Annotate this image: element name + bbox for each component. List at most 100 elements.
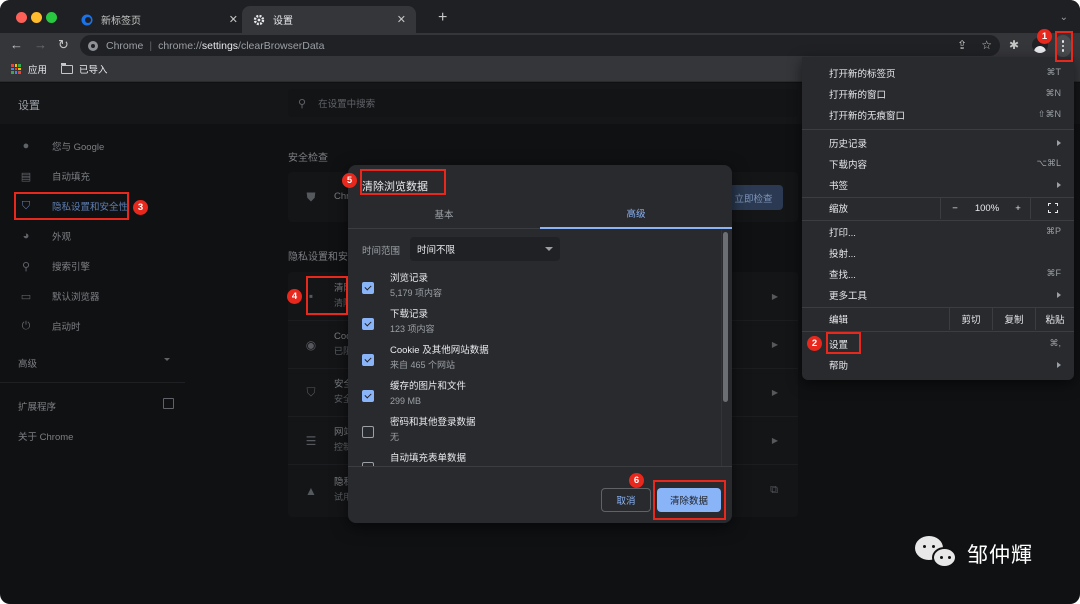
sidebar-advanced-toggle[interactable]: 高级: [18, 356, 37, 370]
dialog-scrollbar[interactable]: [723, 232, 728, 402]
time-range-label: 时间范围: [362, 246, 401, 257]
sidebar-item-appearance[interactable]: ◕ 外观: [0, 221, 185, 251]
sidebar-item-you-and-google[interactable]: ● 您与 Google: [0, 131, 185, 161]
dropdown-caret-icon: [545, 247, 553, 251]
external-link-icon: ⧉: [770, 484, 778, 496]
checkbox-browsing-history[interactable]: [362, 282, 374, 294]
sidebar-extensions-link[interactable]: 扩展程序: [18, 399, 56, 413]
option-browsing-history[interactable]: 浏览记录 5,179 项内容: [362, 272, 712, 308]
check-now-button[interactable]: 立即检查: [724, 185, 783, 210]
maximize-window-button[interactable]: [46, 12, 57, 23]
toolbar: ← → ↻ Chrome | chrome:// settings /clear…: [0, 33, 1080, 57]
option-passwords[interactable]: 密码和其他登录数据无: [362, 416, 712, 452]
annotation-box-4: [306, 276, 348, 315]
submenu-arrow-icon: [1057, 139, 1061, 146]
wechat-icon: [915, 536, 959, 572]
sidebar-item-label: 默认浏览器: [52, 292, 100, 303]
extensions-puzzle-icon[interactable]: ✱: [1009, 38, 1019, 52]
bookmark-star-icon[interactable]: ☆: [981, 38, 992, 52]
chrome-site-icon: [88, 40, 98, 51]
new-tab-button[interactable]: +: [438, 9, 447, 27]
menu-item-print[interactable]: 打印... ⌘P: [802, 221, 1074, 242]
tab-new-tab[interactable]: 新标签页 ✕: [70, 6, 248, 33]
menu-item-new-window[interactable]: 打开新的窗口 ⌘N: [802, 83, 1074, 104]
zoom-level: 100%: [974, 202, 1000, 214]
bookmark-imported-folder[interactable]: 已导入: [61, 62, 108, 76]
dialog-body: 时间范围 时间不限 浏览记录 5,179 项内容 下载记录 123 项内容 Cook…: [348, 230, 732, 467]
watermark-text: 邹仲輝: [967, 544, 1033, 567]
sidebar-item-label: 您与 Google: [52, 142, 105, 153]
sidebar-item-label: 启动时: [52, 322, 81, 333]
paste-button[interactable]: 粘贴: [1035, 308, 1074, 330]
sidebar-item-autofill[interactable]: ▤ 自动填充: [0, 161, 185, 191]
menu-item-find[interactable]: 查找... ⌘F: [802, 263, 1074, 284]
sidebar-divider: [0, 382, 185, 383]
checkbox-download-history[interactable]: [362, 318, 374, 330]
menu-item-history[interactable]: 历史记录: [802, 132, 1074, 153]
share-icon[interactable]: ⇪: [957, 38, 967, 52]
menu-item-new-tab[interactable]: 打开新的标签页 ⌘T: [802, 62, 1074, 83]
chevron-right-icon: ▶: [771, 340, 778, 349]
checkbox-cookies[interactable]: [362, 354, 374, 366]
address-bar[interactable]: Chrome | chrome:// settings /clearBrowse…: [80, 35, 1000, 56]
reload-button[interactable]: ↻: [58, 36, 69, 54]
bookmark-label: 已导入: [79, 65, 108, 76]
zoom-in-button[interactable]: +: [1005, 203, 1031, 214]
back-button[interactable]: ←: [10, 36, 23, 54]
watermark: 邹仲輝: [915, 536, 1033, 572]
menu-item-new-incognito[interactable]: 打开新的无痕窗口 ⇧⌘N: [802, 104, 1074, 125]
tab-settings[interactable]: 设置 ✕: [242, 6, 416, 33]
settings-search-input[interactable]: ⚲ 在设置中搜索: [288, 89, 798, 117]
tab-advanced[interactable]: 高级: [540, 199, 732, 229]
annotation-box-5: [360, 169, 446, 195]
safety-check-heading: 安全检查: [288, 153, 328, 164]
copy-button[interactable]: 复制: [992, 308, 1035, 330]
search-icon: ⚲: [21, 260, 31, 273]
close-tab-icon[interactable]: ✕: [229, 13, 238, 26]
menu-item-downloads[interactable]: 下载内容 ⌥⌘L: [802, 153, 1074, 174]
gear-icon: [252, 13, 265, 26]
power-icon: ⏻: [21, 319, 31, 332]
tab-title: 设置: [273, 16, 293, 27]
checkbox-cached-images[interactable]: [362, 390, 374, 402]
checkbox-autofill[interactable]: [362, 462, 374, 466]
option-autofill[interactable]: 自动填充表单数据: [362, 452, 712, 466]
palette-icon: ◕: [22, 230, 30, 242]
new-tab-page-icon: [80, 13, 93, 26]
clipboard-icon: ▤: [20, 170, 32, 183]
sidebar-item-search-engine[interactable]: ⚲ 搜索引擎: [0, 251, 185, 281]
sidebar-about-chrome[interactable]: 关于 Chrome: [18, 429, 73, 443]
fullscreen-button[interactable]: [1030, 197, 1074, 219]
url-scheme: chrome://: [158, 39, 202, 52]
menu-item-bookmarks[interactable]: 书签: [802, 174, 1074, 195]
chevron-right-icon: ▶: [771, 436, 778, 445]
close-tab-icon[interactable]: ✕: [397, 13, 406, 26]
time-range-select[interactable]: 时间不限: [410, 237, 560, 261]
annotation-box-3: [14, 192, 129, 220]
search-icon: ⚲: [298, 97, 307, 110]
option-cached-images[interactable]: 缓存的图片和文件 299 MB: [362, 380, 712, 416]
minimize-window-button[interactable]: [31, 12, 42, 23]
external-link-icon: [163, 398, 174, 409]
cookie-icon: ◉: [305, 337, 317, 352]
submenu-arrow-icon: [1057, 291, 1061, 298]
checkbox-passwords[interactable]: [362, 426, 374, 438]
menu-item-cast[interactable]: 投射...: [802, 242, 1074, 263]
option-cookies[interactable]: Cookie 及其他网站数据 来自 465 个网站: [362, 344, 712, 380]
close-window-button[interactable]: [16, 12, 27, 23]
sidebar-item-default-browser[interactable]: ▭ 默认浏览器: [0, 281, 185, 311]
forward-button[interactable]: →: [34, 36, 47, 54]
bookmark-label: 应用: [28, 65, 48, 76]
cancel-button[interactable]: 取消: [601, 488, 651, 512]
time-range-value: 时间不限: [417, 245, 456, 256]
chevron-down-icon: [164, 358, 170, 361]
tab-search-chevron-icon[interactable]: ⌄: [1060, 12, 1068, 23]
option-download-history[interactable]: 下载记录 123 项内容: [362, 308, 712, 344]
menu-item-help[interactable]: 帮助: [802, 354, 1074, 375]
zoom-out-button[interactable]: −: [941, 203, 969, 214]
sidebar-item-on-startup[interactable]: ⏻ 启动时: [0, 311, 185, 341]
menu-item-more-tools[interactable]: 更多工具: [802, 284, 1074, 305]
bookmark-apps[interactable]: 应用: [11, 62, 47, 76]
tab-basic[interactable]: 基本: [348, 199, 540, 229]
cut-button[interactable]: 剪切: [949, 308, 992, 330]
